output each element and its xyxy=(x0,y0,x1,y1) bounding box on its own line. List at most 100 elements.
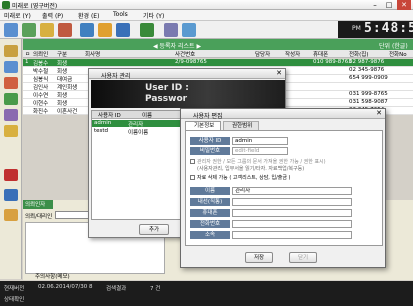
user-id-label: 사용자 ID xyxy=(190,137,230,145)
col-case-no[interactable]: 사건번호 xyxy=(175,50,195,58)
admin-checkbox[interactable] xyxy=(190,159,195,164)
microphone-icon[interactable] xyxy=(140,23,154,37)
name-label: 이름 xyxy=(190,187,230,195)
sidebar-calendar-icon[interactable] xyxy=(4,77,18,89)
menu-tools[interactable]: Tools xyxy=(113,11,128,18)
network-icon[interactable] xyxy=(182,23,196,37)
table-cell: 1 xyxy=(25,59,29,65)
sidebar-search-icon[interactable] xyxy=(4,125,18,137)
user-edit-dialog: 사용자 편집 ✕ 기본정보 권한범위 사용자 ID admin 비밀번호 edi… xyxy=(180,108,386,268)
table-cell: 계인회생 xyxy=(57,85,78,91)
client-tab[interactable]: 의뢰인자 xyxy=(23,200,53,209)
folder-icon[interactable] xyxy=(40,23,54,37)
user-row-name: 관리자 xyxy=(128,122,144,128)
status-bar: 현재버전 02.06.2014/07/30 8 검색결과 7 건 상태확인 xyxy=(0,281,413,306)
table-cell: 화진수 xyxy=(33,109,49,115)
table-cell: 02 345-9876 xyxy=(349,67,385,73)
clock-time: 5:48:5 xyxy=(364,21,413,36)
col-home-tel[interactable]: 전화(집) xyxy=(349,50,368,58)
sidebar-money-icon[interactable] xyxy=(4,93,18,105)
clock-display: PM 5:48:5 xyxy=(338,21,413,38)
col-company[interactable]: 회사명 xyxy=(85,50,100,58)
globe-icon[interactable] xyxy=(116,23,130,37)
sidebar-pen-icon[interactable] xyxy=(4,169,18,181)
user-edit-titlebar: 사용자 편집 ✕ xyxy=(181,109,385,120)
add-client-icon[interactable] xyxy=(22,23,36,37)
col-mobile[interactable]: 휴대폰 xyxy=(313,50,328,58)
note-icon[interactable] xyxy=(98,23,112,37)
user-list-col-id[interactable]: 사용자 ID xyxy=(98,111,121,119)
menu-print[interactable]: 출력 (P) xyxy=(42,11,63,20)
user-id-field[interactable]: admin xyxy=(232,137,288,145)
password-label: 비밀번호 xyxy=(190,147,230,155)
close-dialog-label: 닫기 xyxy=(297,255,309,261)
user-management-title: 사용자 관리 xyxy=(101,73,131,80)
sidebar-note-icon[interactable] xyxy=(4,189,18,201)
table-row[interactable]: 1 김봉수 회생 2/9-098765 010 989-8763 02 987-9876 xyxy=(23,59,413,67)
delete-checkbox[interactable] xyxy=(190,175,195,180)
mobile-field[interactable] xyxy=(232,209,352,217)
table-cell: 대여금 xyxy=(57,77,73,83)
clock-ampm: PM xyxy=(352,25,361,32)
save-button[interactable]: 저장 xyxy=(245,252,273,263)
left-sidebar xyxy=(0,39,22,279)
close-dialog-button[interactable]: 닫기 xyxy=(289,252,317,263)
user-row[interactable]: admin 관리자 xyxy=(92,120,184,128)
status-search-count: 7 건 xyxy=(150,286,161,292)
user-edit-close-icon[interactable]: ✕ xyxy=(376,109,382,117)
user-row-name: 이름이름 xyxy=(128,130,149,136)
table-cell: 회생 xyxy=(57,61,68,67)
menu-mirae[interactable]: 미래로 (Y) xyxy=(4,11,31,20)
edit-form: 사용자 ID admin 비밀번호 edit-field 관리자 권한 / 모든… xyxy=(185,130,383,246)
col-tel-no[interactable]: 전화No xyxy=(389,50,407,58)
tab-basic-info[interactable]: 기본정보 xyxy=(185,121,221,130)
table-cell: 심봉식 xyxy=(33,77,49,83)
table-cell: 02 987-9876 xyxy=(349,59,385,65)
table-cell: 이현수 xyxy=(33,101,49,107)
menu-settings[interactable]: 환경 (E) xyxy=(78,11,99,20)
table-cell: 회생 xyxy=(57,69,68,75)
user-row[interactable]: testd 이름이름 xyxy=(92,128,184,136)
status-search-label: 검색결과 xyxy=(106,286,127,292)
list-header: ◀ 등록자 리스트 ▶ 단위 (한글) xyxy=(23,39,413,50)
save-label: 저장 xyxy=(253,255,265,261)
menu-bar: 미래로 (Y) 출력 (P) 환경 (E) Tools 기타 (Y) xyxy=(0,10,413,21)
sidebar-report-icon[interactable] xyxy=(4,109,18,121)
table-cell: 박수철 xyxy=(33,69,49,75)
minimize-button[interactable]: – xyxy=(368,0,382,10)
banner-password: Passwor xyxy=(145,94,188,104)
title-bar: 미래로 (영구버전) – □ ✕ xyxy=(0,0,413,10)
users-icon[interactable] xyxy=(4,23,18,37)
table-cell: 031 598-9087 xyxy=(349,99,388,105)
sidebar-bell-icon[interactable] xyxy=(4,209,18,221)
col-client[interactable]: 의뢰인 xyxy=(33,50,48,58)
sidebar-home-icon[interactable] xyxy=(4,45,18,57)
add-user-button[interactable]: 추가 xyxy=(139,224,169,235)
col-check[interactable]: ㅁ xyxy=(25,50,30,58)
close-button[interactable]: ✕ xyxy=(397,0,411,10)
tel-field[interactable] xyxy=(232,220,352,228)
affiliation-field[interactable] xyxy=(232,231,352,239)
maximize-button[interactable]: □ xyxy=(382,0,396,10)
document-icon[interactable] xyxy=(80,23,94,37)
sidebar-list-icon[interactable] xyxy=(4,61,18,73)
user-list-col-name[interactable]: 이름 xyxy=(142,111,152,119)
col-writer[interactable]: 작성자 xyxy=(285,50,300,58)
name-field[interactable]: 관리자 xyxy=(232,187,352,195)
tab-permission[interactable]: 권한범위 xyxy=(223,121,259,130)
window-title: 미래로 (영구버전) xyxy=(12,3,58,10)
user-management-close-icon[interactable]: ✕ xyxy=(276,69,282,77)
list-header-title: ◀ 등록자 리스트 ▶ xyxy=(153,43,202,50)
memo-tab[interactable]: 주의사항(메모) xyxy=(35,272,70,280)
settings-icon[interactable] xyxy=(164,23,178,37)
table-cell: 회생 xyxy=(57,93,68,99)
calendar-icon[interactable] xyxy=(58,23,72,37)
app-logo-icon xyxy=(2,1,10,9)
mobile-label: 휴대폰 xyxy=(190,209,230,217)
col-manager[interactable]: 담당자 xyxy=(255,50,270,58)
extension-field[interactable] xyxy=(232,198,352,206)
tab-basic-info-label: 기본정보 xyxy=(194,123,215,129)
password-field[interactable]: edit-field xyxy=(232,147,288,155)
menu-etc[interactable]: 기타 (Y) xyxy=(143,11,164,20)
col-type[interactable]: 구분 xyxy=(57,50,67,58)
